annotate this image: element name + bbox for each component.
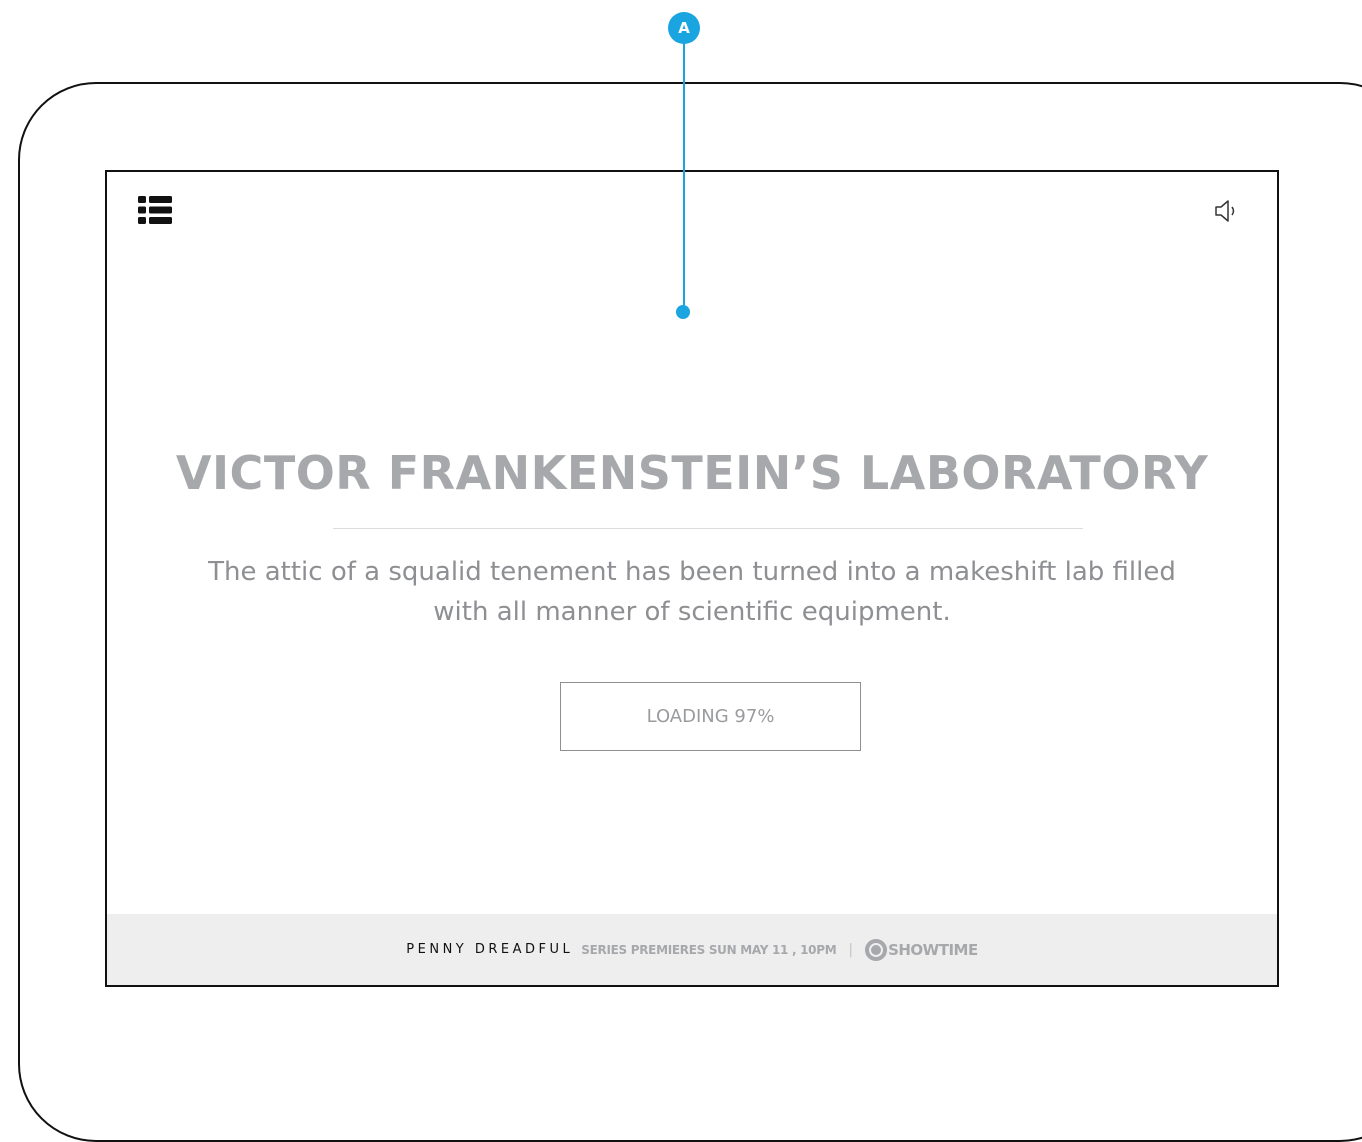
network-logo-badge-icon: [865, 938, 888, 961]
footer-separator: |: [848, 941, 854, 958]
app-screen: VICTOR FRANKENSTEIN’S LABORATORY The att…: [105, 170, 1279, 987]
location-description: The attic of a squalid tenement has been…: [208, 557, 1176, 627]
annotation-dot: [676, 305, 690, 319]
show-name: PENNY DREADFUL: [406, 942, 574, 957]
network-name: SHOWTIME: [888, 940, 978, 959]
loading-button[interactable]: LOADING 97%: [560, 682, 861, 751]
annotation-line: [683, 40, 685, 312]
loading-label: LOADING 97%: [646, 706, 775, 727]
footer-banner[interactable]: PENNY DREADFUL SERIES PREMIERES SUN MAY …: [107, 914, 1277, 985]
network-logo: SHOWTIME: [865, 938, 978, 961]
list-menu-icon[interactable]: [138, 196, 172, 224]
premiere-date: SERIES PREMIERES SUN MAY 11 , 10PM: [581, 942, 837, 957]
annotation-marker: A: [668, 12, 700, 44]
title-divider: [333, 528, 1083, 529]
page-title: VICTOR FRANKENSTEIN’S LABORATORY: [175, 446, 1209, 500]
speaker-icon[interactable]: [1214, 199, 1242, 223]
